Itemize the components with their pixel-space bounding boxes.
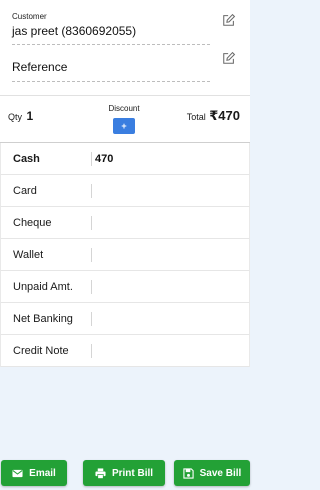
column-divider <box>91 216 92 230</box>
print-bill-button[interactable]: Print Bill <box>83 460 165 486</box>
customer-field[interactable]: Customer jas preet (8360692055) <box>0 0 250 47</box>
payment-label: Cheque <box>13 217 52 229</box>
bill-summary: Qty 1 Discount + Total ₹470 <box>0 95 250 143</box>
qty-value: 1 <box>26 109 34 123</box>
column-divider <box>91 152 92 166</box>
payment-label: Net Banking <box>13 313 73 325</box>
payment-label: Wallet <box>13 249 44 261</box>
net-banking-amount-input[interactable] <box>95 309 235 329</box>
payment-label: Card <box>13 185 37 197</box>
column-divider <box>91 248 92 262</box>
discount: Discount + <box>104 104 144 134</box>
payment-row-card: Card <box>0 175 250 207</box>
payment-row-wallet: Wallet <box>0 239 250 271</box>
total-value: ₹470 <box>209 108 240 123</box>
column-divider <box>91 312 92 326</box>
discount-label: Discount <box>108 104 140 113</box>
payment-row-unpaid: Unpaid Amt. <box>0 271 250 303</box>
column-divider <box>91 280 92 294</box>
bill-form: Customer jas preet (8360692055) Referenc… <box>0 0 250 367</box>
email-button[interactable]: Email <box>1 460 67 486</box>
cash-amount-input[interactable] <box>95 149 235 169</box>
customer-label: Customer <box>12 12 47 21</box>
payment-row-cash: Cash <box>0 143 250 175</box>
save-bill-button-label: Save Bill <box>199 467 242 479</box>
reference-underline <box>12 81 210 82</box>
qty: Qty 1 <box>8 108 33 125</box>
wallet-amount-input[interactable] <box>95 245 235 265</box>
customer-value[interactable]: jas preet (8360692055) <box>12 23 210 39</box>
payment-modes: Cash Card Cheque Wallet Unpaid Amt. Net … <box>0 143 250 367</box>
payment-label: Unpaid Amt. <box>13 281 73 293</box>
qty-label: Qty <box>8 112 23 122</box>
payment-row-net-banking: Net Banking <box>0 303 250 335</box>
add-discount-button[interactable]: + <box>113 118 135 134</box>
email-button-label: Email <box>29 467 56 479</box>
reference-label: Reference <box>12 60 68 74</box>
payment-row-credit-note: Credit Note <box>0 335 250 367</box>
printer-icon <box>95 467 106 479</box>
print-bill-button-label: Print Bill <box>111 467 154 479</box>
card-amount-input[interactable] <box>95 181 235 201</box>
reference-field[interactable]: Reference <box>0 47 250 95</box>
envelope-icon <box>12 469 23 477</box>
action-bar: Email Print Bill Save Bill <box>0 452 250 490</box>
payment-row-cheque: Cheque <box>0 207 250 239</box>
unpaid-amount-input[interactable] <box>95 277 235 297</box>
customer-underline <box>12 44 210 45</box>
edit-reference-icon[interactable] <box>222 51 236 65</box>
column-divider <box>91 344 92 358</box>
total-label: Total <box>186 112 206 122</box>
save-bill-button[interactable]: Save Bill <box>174 460 250 486</box>
column-divider <box>91 184 92 198</box>
floppy-disk-icon <box>183 467 194 479</box>
edit-customer-icon[interactable] <box>222 13 236 27</box>
total: Total ₹470 <box>187 108 240 125</box>
cheque-amount-input[interactable] <box>95 213 235 233</box>
payment-label: Cash <box>13 153 40 165</box>
credit-note-amount-input[interactable] <box>95 341 235 361</box>
payment-label: Credit Note <box>13 345 69 357</box>
